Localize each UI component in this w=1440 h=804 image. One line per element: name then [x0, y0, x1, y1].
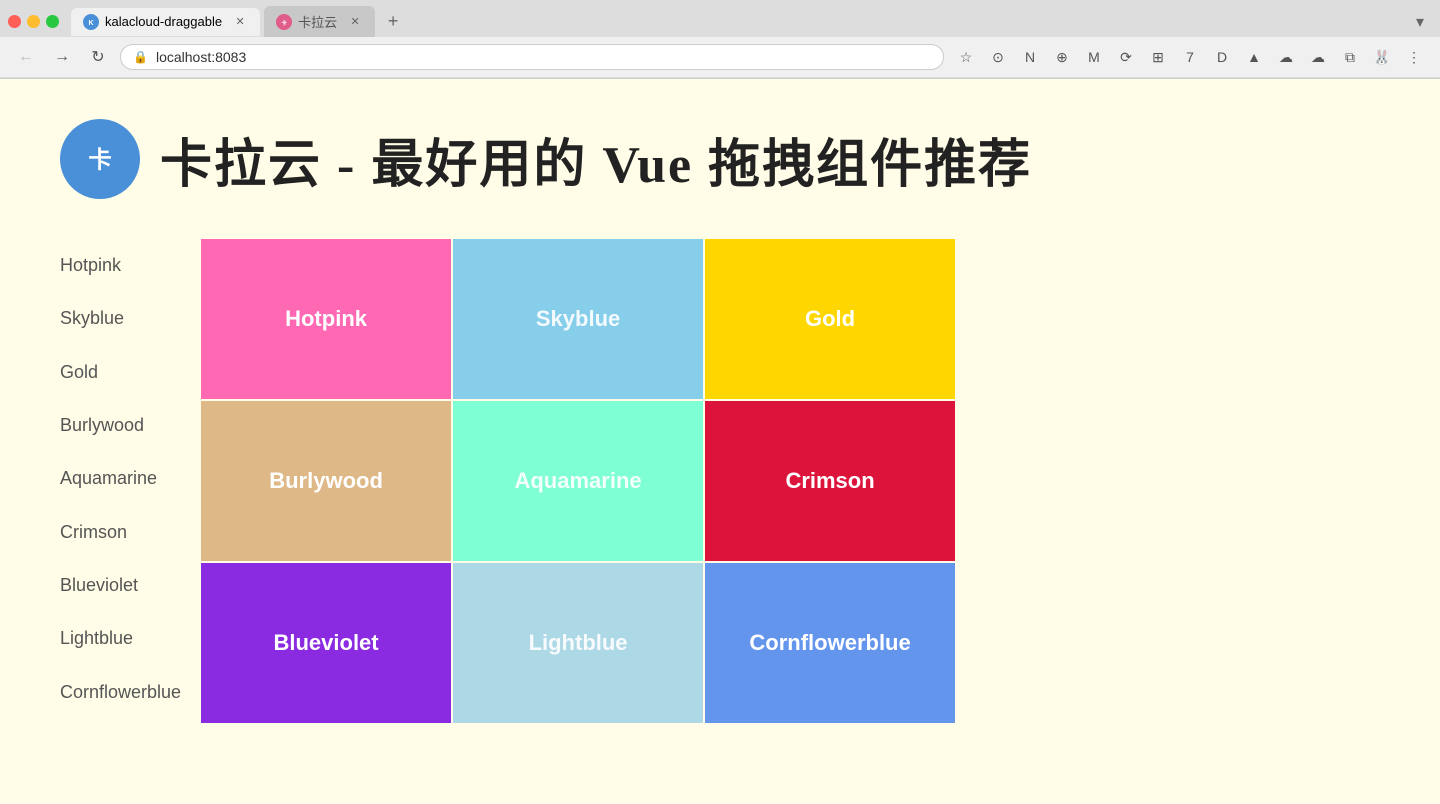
tab2-label: 卡拉云 — [298, 12, 337, 31]
label-burlywood: Burlywood — [60, 399, 181, 452]
browser-icon-7[interactable]: 7 — [1176, 43, 1204, 71]
label-aquamarine: Aquamarine — [60, 452, 181, 505]
tabs-dropdown-button[interactable]: ▾ — [1408, 8, 1432, 36]
toolbar-icons: ☆ ⊙ N ⊕ M ⟳ ⊞ 7 D ▲ ☁ ☁ ⧉ 🐰 ⋮ — [952, 43, 1428, 71]
label-blueviolet: Blueviolet — [60, 559, 181, 612]
lock-icon: 🔒 — [133, 50, 148, 64]
tab1-favicon: K — [83, 14, 99, 30]
tab-kala-cloud[interactable]: 卡 卡拉云 ✕ — [264, 6, 375, 37]
reload-button[interactable]: ↻ — [84, 43, 112, 71]
back-button[interactable]: ← — [12, 43, 40, 71]
color-grid: HotpinkSkyblueGold BurlywoodAquamarineCri… — [201, 239, 955, 723]
label-skyblue: Skyblue — [60, 292, 181, 345]
tab-kalacloud-draggable[interactable]: K kalacloud-draggable ✕ — [71, 8, 260, 36]
address-text: localhost:8083 — [156, 49, 246, 65]
color-cell-crimson[interactable]: Crimson — [705, 401, 955, 561]
color-layout: Hotpink Skyblue Gold Burlywood Aquamarin… — [60, 239, 1380, 723]
maximize-window-button[interactable] — [46, 15, 59, 28]
color-cell-gold[interactable]: Gold — [705, 239, 955, 399]
browser-icon-9[interactable]: ▲ — [1240, 43, 1268, 71]
profile-icon[interactable]: 🐰 — [1368, 43, 1396, 71]
svg-text:K: K — [88, 19, 93, 26]
tab1-label: kalacloud-draggable — [105, 14, 222, 29]
forward-button[interactable]: → — [48, 43, 76, 71]
browser-icon-3[interactable]: ⊕ — [1048, 43, 1076, 71]
label-cornflowerblue: Cornflowerblue — [60, 665, 181, 718]
label-hotpink: Hotpink — [60, 239, 181, 292]
color-cell-cornflowerblue[interactable]: Cornflowerblue — [705, 563, 955, 723]
color-cell-blueviolet[interactable]: Blueviolet — [201, 563, 451, 723]
page-header: 卡 卡拉云 - 最好用的 Vue 拖拽组件推荐 — [60, 119, 1380, 199]
browser-icon-6[interactable]: ⊞ — [1144, 43, 1172, 71]
new-tab-button[interactable]: + — [379, 8, 407, 36]
browser-icon-1[interactable]: ⊙ — [984, 43, 1012, 71]
color-cell-aquamarine[interactable]: Aquamarine — [453, 401, 703, 561]
page-content: 卡 卡拉云 - 最好用的 Vue 拖拽组件推荐 Hotpink Skyblue … — [0, 79, 1440, 763]
close-window-button[interactable] — [8, 15, 21, 28]
menu-icon[interactable]: ⋮ — [1400, 43, 1428, 71]
color-labels-column: Hotpink Skyblue Gold Burlywood Aquamarin… — [60, 239, 181, 719]
browser-icon-11[interactable]: ☁ — [1304, 43, 1332, 71]
page-title: 卡拉云 - 最好用的 Vue 拖拽组件推荐 — [160, 122, 1032, 197]
minimize-window-button[interactable] — [27, 15, 40, 28]
label-gold: Gold — [60, 346, 181, 399]
tab1-close-button[interactable]: ✕ — [232, 14, 248, 30]
browser-icon-4[interactable]: M — [1080, 43, 1108, 71]
tab-bar: K kalacloud-draggable ✕ 卡 卡拉云 ✕ + ▾ — [0, 0, 1440, 37]
label-crimson: Crimson — [60, 505, 181, 558]
color-cell-skyblue[interactable]: Skyblue — [453, 239, 703, 399]
bookmark-star-icon[interactable]: ☆ — [952, 43, 980, 71]
color-cell-hotpink[interactable]: Hotpink — [201, 239, 451, 399]
browser-chrome: K kalacloud-draggable ✕ 卡 卡拉云 ✕ + ▾ ← → … — [0, 0, 1440, 79]
traffic-lights — [8, 15, 59, 28]
svg-text:卡: 卡 — [88, 146, 111, 173]
address-bar[interactable]: 🔒 localhost:8083 — [120, 44, 944, 70]
color-cell-burlywood[interactable]: Burlywood — [201, 401, 451, 561]
browser-icon-5[interactable]: ⟳ — [1112, 43, 1140, 71]
browser-icon-8[interactable]: D — [1208, 43, 1236, 71]
browser-icon-10[interactable]: ☁ — [1272, 43, 1300, 71]
extensions-icon[interactable]: ⧉ — [1336, 43, 1364, 71]
label-lightblue: Lightblue — [60, 612, 181, 665]
browser-icon-2[interactable]: N — [1016, 43, 1044, 71]
nav-bar: ← → ↻ 🔒 localhost:8083 ☆ ⊙ N ⊕ M ⟳ ⊞ 7 D… — [0, 37, 1440, 78]
tab2-close-button[interactable]: ✕ — [347, 14, 363, 30]
color-cell-lightblue[interactable]: Lightblue — [453, 563, 703, 723]
tab2-favicon: 卡 — [276, 14, 292, 30]
logo: 卡 — [60, 119, 140, 199]
